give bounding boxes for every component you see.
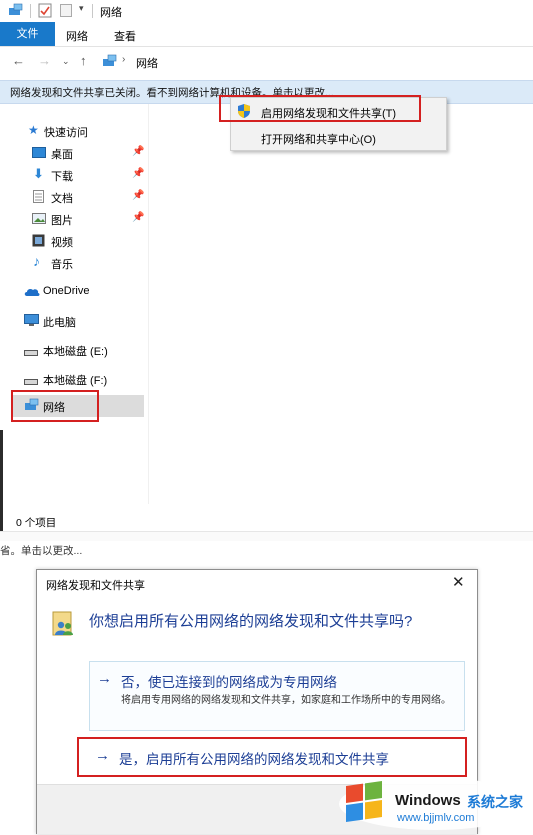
separator xyxy=(92,4,93,18)
window-title: 网络 xyxy=(100,7,122,19)
properties-icon[interactable] xyxy=(38,3,52,21)
network-folder-icon xyxy=(102,54,118,71)
option-title: 否，使已连接到的网络成为专用网络 xyxy=(121,675,337,690)
address-bar[interactable]: › 网络 xyxy=(96,52,533,72)
nav-documents[interactable]: 文档 📌 xyxy=(32,187,147,207)
nav-pictures[interactable]: 图片 📌 xyxy=(32,209,147,229)
cropped-infobar-text: 省。单击以更改... xyxy=(0,545,83,557)
customize-toolbar-icon[interactable]: ▾ xyxy=(79,3,84,14)
highlight-box xyxy=(77,737,467,777)
arrow-right-icon: → xyxy=(97,670,112,687)
nav-label: OneDrive xyxy=(43,285,90,297)
tab-view[interactable]: 查看 xyxy=(114,26,136,46)
file-explorer-window: ▾ 网络 文件 网络 查看 ← → ⌄ ↑ › 网络 网络发现和文件共享已关闭。… xyxy=(0,0,533,541)
nav-label: 下载 xyxy=(51,171,73,183)
recent-locations-icon[interactable]: ⌄ xyxy=(62,56,70,67)
nav-label: 快速访问 xyxy=(44,127,88,139)
desktop-icon xyxy=(32,147,46,161)
video-icon xyxy=(32,234,45,250)
breadcrumb[interactable]: 网络 xyxy=(136,55,158,71)
watermark-url: www.bjjmlv.com xyxy=(397,812,475,824)
drive-icon xyxy=(24,376,38,388)
network-users-icon xyxy=(52,611,76,636)
nav-label: 文档 xyxy=(51,193,73,205)
menu-item-label: 打开网络和共享中心(O) xyxy=(261,134,376,146)
pin-icon[interactable]: 📌 xyxy=(132,168,144,179)
nav-label: 本地磁盘 (F:) xyxy=(43,375,108,387)
document-icon xyxy=(33,190,44,206)
picture-icon xyxy=(32,213,46,227)
computer-icon xyxy=(24,314,39,330)
nav-label: 桌面 xyxy=(51,149,73,161)
close-icon[interactable]: ✕ xyxy=(452,573,465,591)
tab-network[interactable]: 网络 xyxy=(66,26,88,46)
option-private-network[interactable]: → 否，使已连接到的网络成为专用网络 将启用专用网络的网络发现和文件共享，如家庭… xyxy=(89,661,465,731)
nav-label: 图片 xyxy=(51,215,73,227)
status-bar xyxy=(0,531,533,541)
highlight-box xyxy=(219,95,421,122)
pin-icon[interactable]: 📌 xyxy=(132,212,144,223)
window-edge xyxy=(0,430,3,540)
network-folder-icon xyxy=(8,3,24,20)
highlight-box xyxy=(11,390,99,422)
nav-label: 音乐 xyxy=(51,259,73,271)
music-note-icon: ♪ xyxy=(33,253,40,269)
separator xyxy=(30,4,31,18)
chevron-right-icon: › xyxy=(122,54,126,65)
forward-arrow-icon[interactable]: → xyxy=(38,53,51,68)
nav-label: 本地磁盘 (E:) xyxy=(43,346,108,358)
navigation-pane: ★ 快速访问 桌面 📌 ⬇ 下载 📌 文档 📌 图片 📌 视频 ♪ 音乐 One… xyxy=(0,104,149,504)
nav-label: 视频 xyxy=(51,237,73,249)
nav-downloads[interactable]: ⬇ 下载 📌 xyxy=(32,165,147,185)
cloud-icon xyxy=(24,287,40,300)
title-bar: ▾ 网络 xyxy=(0,0,533,22)
menu-item-open-sharing-center[interactable]: 打开网络和共享中心(O) xyxy=(231,126,446,148)
pin-icon[interactable]: 📌 xyxy=(132,190,144,201)
pin-icon[interactable]: 📌 xyxy=(132,146,144,157)
nav-label: 此电脑 xyxy=(43,317,76,329)
drive-icon xyxy=(24,347,38,359)
address-row: ← → ⌄ ↑ › 网络 xyxy=(0,50,533,74)
up-arrow-icon[interactable]: ↑ xyxy=(80,53,87,68)
back-arrow-icon[interactable]: ← xyxy=(12,53,25,68)
status-bar-text: 0 个项目 xyxy=(16,517,57,529)
tab-file[interactable]: 文件 xyxy=(0,22,55,46)
download-arrow-icon: ⬇ xyxy=(33,166,44,181)
dialog-title: 网络发现和文件共享 xyxy=(46,580,145,592)
dialog-question: 你想启用所有公用网络的网络发现和文件共享吗? xyxy=(89,613,413,630)
option-description: 将启用专用网络的网络发现和文件共享，如家庭和工作场所中的专用网络。 xyxy=(121,695,451,706)
nav-desktop[interactable]: 桌面 📌 xyxy=(32,143,147,163)
watermark-brand: Windows xyxy=(395,792,461,809)
ribbon: 文件 网络 查看 xyxy=(0,22,533,47)
star-icon: ★ xyxy=(28,123,39,137)
new-folder-icon[interactable] xyxy=(60,4,72,20)
watermark-site-name: 系统之家 xyxy=(467,794,523,810)
